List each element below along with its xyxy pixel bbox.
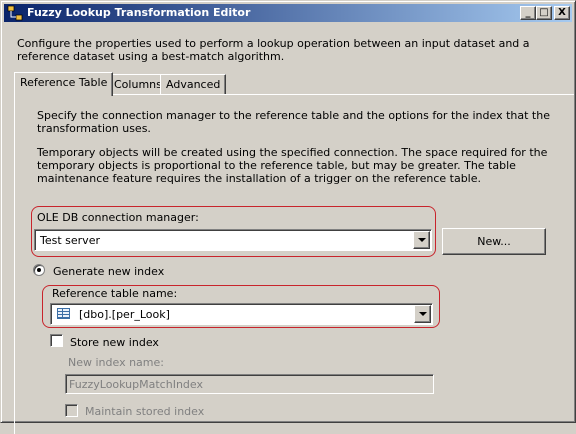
- tab-advanced[interactable]: Advanced: [160, 74, 227, 95]
- editor-description: Configure the properties used to perform…: [17, 37, 530, 63]
- tab-reference-table[interactable]: Reference Table: [14, 72, 114, 96]
- window-title: Fuzzy Lookup Transformation Editor: [27, 6, 251, 19]
- reference-table-panel: [14, 94, 574, 434]
- minimize-button[interactable]: _: [520, 6, 536, 20]
- maximize-button[interactable]: □: [536, 6, 552, 20]
- fuzzy-lookup-icon: [7, 5, 23, 21]
- title-bar[interactable]: Fuzzy Lookup Transformation Editor _ □ X: [4, 4, 572, 22]
- close-button[interactable]: X: [554, 6, 570, 20]
- editor-window: Fuzzy Lookup Transformation Editor _ □ X…: [0, 0, 576, 434]
- tab-columns[interactable]: Columns: [108, 74, 168, 95]
